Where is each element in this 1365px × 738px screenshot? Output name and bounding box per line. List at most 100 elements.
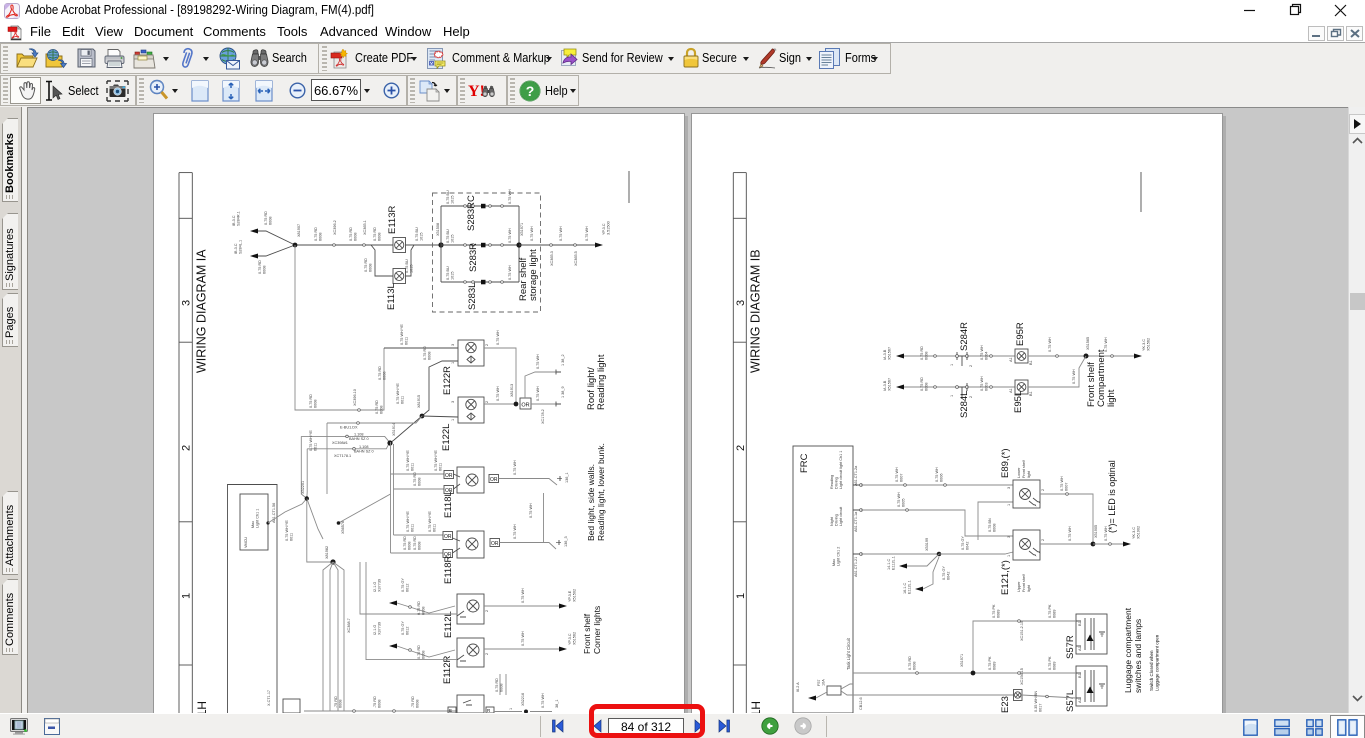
svg-text:E122R: E122R [442,366,453,395]
svg-text:2: 2 [969,365,973,367]
svg-text:1: 1 [509,708,513,710]
svg-text:0.75 RD: 0.75 RD [364,258,368,272]
svg-text:0.75 WH/YE: 0.75 WH/YE [428,511,432,532]
svg-text:6008: 6008 [369,264,373,272]
svg-text:E95R: E95R [1015,322,1026,346]
svg-text:0.75 WH: 0.75 WH [897,492,901,507]
svg-text:0.75 WH: 0.75 WH [508,189,512,204]
svg-text:0.75 WH: 0.75 WH [529,503,533,518]
svg-text:1: 1 [451,419,455,421]
svg-text:E112L.1: E112L.1 [892,556,896,570]
svg-text:Lower: Lower [1017,467,1021,478]
svg-text:XC151.2.15: XC151.2.15 [1020,621,1024,641]
svg-text:0.75 WH: 0.75 WH [508,228,512,243]
svg-text:X51902: X51902 [1137,526,1141,539]
svg-text:Driving: Driving [835,514,839,526]
svg-text:S284L.1: S284L.1 [239,240,243,254]
svg-text:2: 2 [485,344,489,346]
svg-text:6007: 6007 [900,474,904,482]
svg-text:X51971: X51971 [520,223,524,236]
svg-text:IA.3.B: IA.3.B [883,349,887,360]
svg-text:1: 1 [1007,504,1011,506]
svg-text:6008: 6008 [418,542,422,550]
svg-text:136_3: 136_3 [564,536,568,547]
svg-text:0.75 BU: 0.75 BU [446,190,450,204]
svg-text:Max: Max [832,559,836,566]
svg-text:1: 1 [447,628,451,630]
svg-text:E122L: E122L [441,424,452,451]
svg-text:6008: 6008 [500,684,504,692]
svg-text:0.75 BU: 0.75 BU [446,266,450,280]
svg-text:Light Ch1 1: Light Ch1 1 [256,509,260,528]
svg-text:16.1.C: 16.1.C [903,583,907,594]
svg-text:2: 2 [181,445,193,451]
svg-text:0.75 RD: 0.75 RD [264,211,268,225]
svg-text:6008: 6008 [408,542,412,550]
svg-text:0.75 RD: 0.75 RD [413,536,417,550]
svg-text:0.75 BU: 0.75 BU [446,229,450,243]
svg-text:.75 RD: .75 RD [411,696,415,708]
svg-text:Reading light, lower bunk.: Reading light, lower bunk. [596,443,606,541]
svg-text:HT: HT [749,701,763,713]
svg-text:IB.3.C: IB.3.C [234,243,238,254]
svg-text:0.75 WH: 0.75 WH [496,330,500,345]
svg-text:6008: 6008 [354,233,358,241]
svg-text:0.35 WH/BN: 0.35 WH/BN [1034,691,1038,712]
svg-text:Y!: Y! [468,83,485,100]
svg-text:6006: 6006 [940,474,944,482]
svg-text:6008: 6008 [269,217,273,225]
svg-text:I2.1.G: I2.1.G [373,625,377,635]
svg-text:3: 3 [1007,536,1011,538]
svg-text:IB.3.C: IB.3.C [232,215,236,226]
svg-text:.75 RD: .75 RD [373,696,377,708]
svg-text:0.75 RD: 0.75 RD [373,227,377,241]
svg-text:6011: 6011 [433,524,437,532]
svg-text:1 38_2: 1 38_2 [561,354,565,366]
svg-text:1 38_9: 1 38_9 [561,386,565,398]
svg-text:6008: 6008 [422,607,426,615]
svg-text:YP.3.C: YP.3.C [602,223,606,235]
svg-text:S284R: S284R [959,322,970,351]
svg-text:1: 1 [950,395,954,397]
svg-text:I6.2 A: I6.2 A [796,682,800,692]
svg-text:S283L: S283L [467,283,478,310]
svg-text:Bed light, side walls.: Bed light, side walls. [586,464,596,541]
svg-text:6008: 6008 [263,266,267,274]
svg-text:HT: HT [195,701,209,713]
svg-text:6008: 6008 [925,352,929,360]
svg-text:0.75 WH: 0.75 WH [536,386,540,401]
svg-text:3: 3 [451,401,455,403]
svg-text:B1: B1 [1078,621,1082,626]
svg-text:S57R: S57R [1065,635,1076,659]
svg-text:OR: OR [491,541,499,547]
svg-text:0.75 RD: 0.75 RD [920,377,924,391]
svg-text:CB12.6: CB12.6 [859,697,863,710]
svg-text:1.108: 1.108 [359,445,369,449]
svg-text:6008: 6008 [319,233,323,241]
svg-text:6008: 6008 [925,383,929,391]
svg-text:6007: 6007 [1065,483,1069,491]
svg-text:VMCU: VMCU [244,537,248,548]
svg-text:storage light: storage light [528,249,539,301]
svg-text:0.75 WH: 0.75 WH [513,460,517,475]
svg-text:0.75 WH/YE: 0.75 WH/YE [285,520,289,541]
svg-text:6012: 6012 [406,627,410,635]
svg-text:F57: F57 [817,679,821,686]
svg-text:E95L: E95L [1013,391,1024,413]
svg-text:X51502: X51502 [573,589,577,602]
svg-text:6089: 6089 [1053,662,1057,670]
svg-text:X51971: X51971 [960,654,964,667]
svg-text:X51567: X51567 [888,347,892,360]
svg-text:6011: 6011 [411,463,415,471]
svg-text:light: light [1106,389,1117,407]
svg-text:0.75 BU: 0.75 BU [405,259,409,273]
svg-text:light: light [1027,584,1031,592]
svg-text:0.75 GY: 0.75 GY [401,621,405,635]
svg-text:X81907: X81907 [297,224,301,237]
svg-text:0.75 RD: 0.75 RD [908,656,912,670]
svg-text:6008: 6008 [380,406,384,414]
svg-text:6012: 6012 [406,584,410,592]
svg-text:Task Light Circuit: Task Light Circuit [846,637,851,670]
svg-text:E112L: E112L [443,611,454,638]
svg-text:A61.CT1.21: A61.CT1.21 [854,557,858,577]
